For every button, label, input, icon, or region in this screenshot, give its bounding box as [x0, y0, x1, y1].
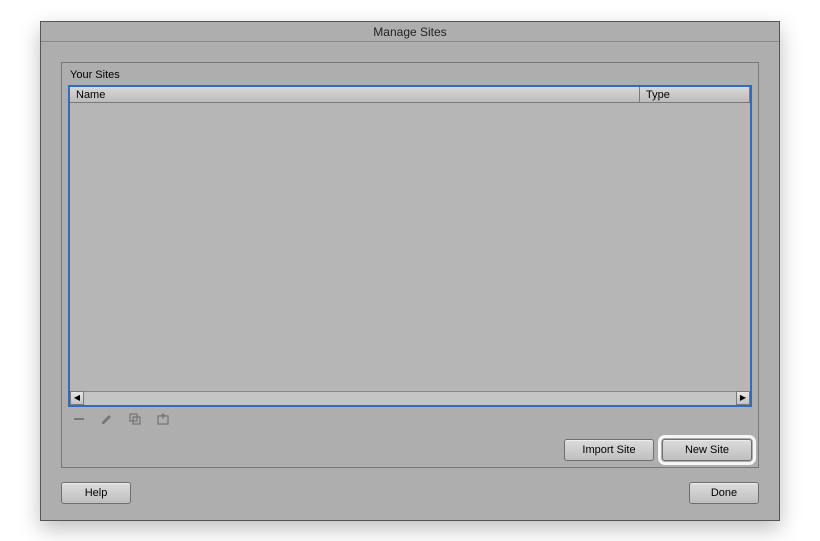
manage-sites-dialog: Manage Sites Your Sites Name Type ◀ ▶: [40, 21, 780, 521]
export-icon[interactable]: [156, 412, 170, 426]
group-title: Your Sites: [68, 67, 752, 85]
column-name[interactable]: Name: [70, 87, 640, 102]
horizontal-scrollbar[interactable]: ◀ ▶: [70, 391, 750, 405]
new-site-button[interactable]: New Site: [662, 439, 752, 461]
edit-icon[interactable]: [100, 412, 114, 426]
column-type[interactable]: Type: [640, 87, 750, 102]
duplicate-icon[interactable]: [128, 412, 142, 426]
help-button[interactable]: Help: [61, 482, 131, 504]
scroll-right-icon[interactable]: ▶: [736, 391, 750, 405]
table-header: Name Type: [70, 87, 750, 103]
import-site-button[interactable]: Import Site: [564, 439, 654, 461]
done-button[interactable]: Done: [689, 482, 759, 504]
dialog-content: Your Sites Name Type ◀ ▶: [41, 42, 779, 482]
scroll-left-icon[interactable]: ◀: [70, 391, 84, 405]
group-button-row: Import Site New Site: [68, 439, 752, 461]
dialog-title: Manage Sites: [41, 22, 779, 42]
table-body[interactable]: [70, 103, 750, 391]
sites-table[interactable]: Name Type ◀ ▶: [68, 85, 752, 407]
your-sites-group: Your Sites Name Type ◀ ▶: [61, 62, 759, 468]
site-toolbar: [68, 407, 752, 427]
dialog-footer: Help Done: [41, 482, 779, 520]
delete-icon[interactable]: [72, 412, 86, 426]
